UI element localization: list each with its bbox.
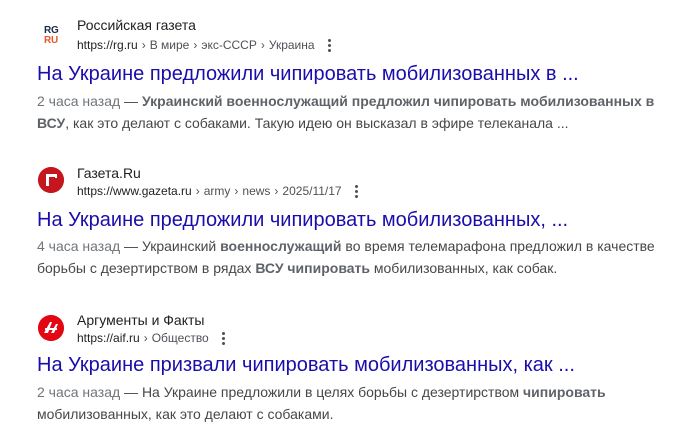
- svg-text:U: U: [51, 35, 58, 46]
- breadcrumb-separator: ›: [195, 184, 200, 198]
- snippet-text: , как это делают с собаками. Такую идею …: [65, 115, 569, 131]
- result-title-link[interactable]: На Украине призвали чипировать мобилизов…: [37, 352, 575, 378]
- result-date: 4 часа назад: [37, 238, 121, 254]
- aif-ru-logo-icon[interactable]: [38, 315, 64, 341]
- url-crumb: news: [242, 184, 271, 198]
- snippet-highlight: ВСУ чипировать: [255, 260, 370, 276]
- site-name[interactable]: Российская газета: [77, 16, 196, 34]
- result-date: 2 часа назад: [37, 384, 121, 400]
- url-host: https://rg.ru: [77, 38, 138, 52]
- site-url[interactable]: https://www.gazeta.ru › army › news › 20…: [77, 183, 364, 199]
- site-url[interactable]: https://aif.ru › Общество: [77, 330, 231, 346]
- site-name[interactable]: Газета.Ru: [77, 164, 141, 182]
- url-crumb: 2025/11/17: [282, 184, 342, 198]
- result-snippet: 4 часа назад — Украинский военнослужащий…: [37, 235, 667, 279]
- url-crumb: army: [203, 184, 231, 198]
- breadcrumb-separator: ›: [193, 38, 198, 52]
- snippet-highlight: чипировать: [523, 384, 606, 400]
- snippet-text: мобилизованных, как собак.: [370, 260, 558, 276]
- snippet-text: — На Украине предложили в целях борьбы с…: [120, 384, 524, 400]
- breadcrumb-separator: ›: [143, 331, 148, 345]
- result-date: 2 часа назад: [37, 93, 121, 109]
- url-crumb: В мире: [149, 38, 190, 52]
- result-snippet: 2 часа назад — На Украине предложили в ц…: [37, 381, 667, 425]
- snippet-text: —: [120, 93, 142, 109]
- breadcrumb-separator: ›: [260, 38, 265, 52]
- snippet-text: — Украинский: [120, 238, 221, 254]
- more-options-icon[interactable]: [350, 183, 364, 199]
- search-results: R G R U Российская газета https://rg.ru …: [0, 0, 673, 432]
- more-options-icon[interactable]: [217, 330, 231, 346]
- more-options-icon[interactable]: [323, 37, 337, 53]
- site-url[interactable]: https://rg.ru › В мире › экс-СССР › Укра…: [77, 37, 337, 53]
- result-snippet: 2 часа назад — Украинский военнослужащий…: [37, 90, 667, 134]
- breadcrumb-separator: ›: [234, 184, 239, 198]
- url-crumb: Украина: [268, 38, 315, 52]
- breadcrumb-separator: ›: [274, 184, 279, 198]
- snippet-highlight: Украинский военнослужащий: [141, 93, 348, 109]
- url-crumb: Общество: [151, 331, 209, 345]
- url-host: https://aif.ru: [77, 331, 140, 345]
- snippet-highlight: военнослужащий: [220, 238, 342, 254]
- breadcrumb-separator: ›: [141, 38, 146, 52]
- snippet-text: мобилизованных, как это делают с собакам…: [37, 406, 334, 422]
- url-host: https://www.gazeta.ru: [77, 184, 192, 198]
- result-title-link[interactable]: На Украине предложили чипировать мобилиз…: [37, 207, 568, 233]
- gazeta-ru-logo-icon[interactable]: [38, 167, 64, 193]
- site-name[interactable]: Аргументы и Факты: [77, 311, 204, 329]
- rg-ru-logo-icon[interactable]: R G R U: [38, 21, 64, 47]
- result-title-link[interactable]: На Украине предложили чипировать мобилиз…: [37, 61, 579, 87]
- url-crumb: экс-СССР: [201, 38, 257, 52]
